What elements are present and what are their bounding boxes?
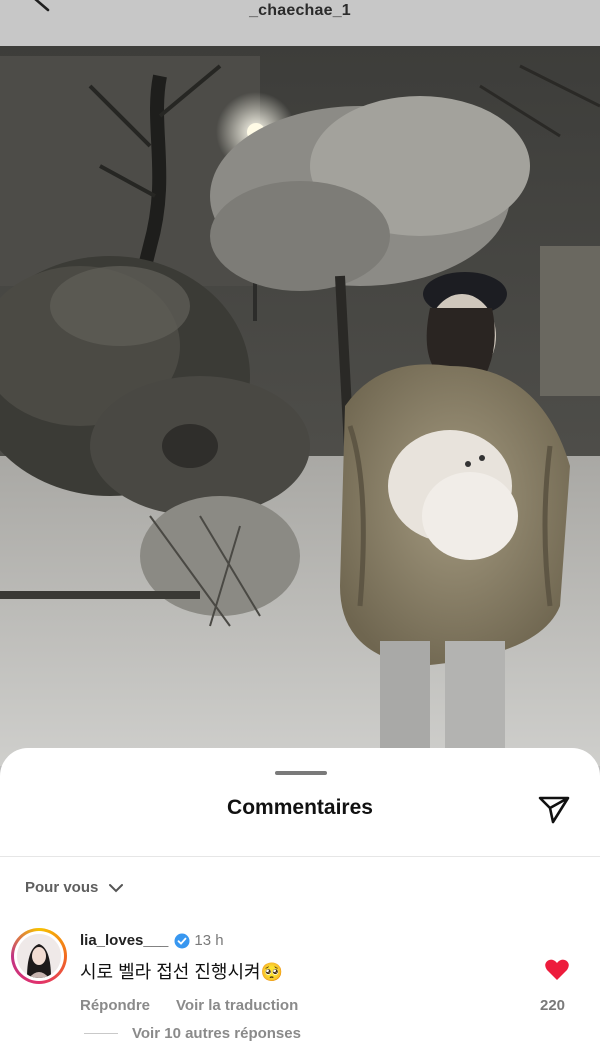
chevron-down-icon: [109, 883, 124, 892]
comment-time: 13 h: [194, 932, 224, 949]
comments-sheet: Commentaires Pour vous lia_loves___ 13 h…: [0, 748, 600, 1052]
replies-line: [84, 1033, 118, 1034]
translate-button[interactable]: Voir la traduction: [176, 997, 298, 1014]
verified-badge-icon: [174, 933, 190, 948]
avatar-ring-inner: [14, 931, 64, 981]
comment-username[interactable]: lia_loves___: [80, 932, 168, 949]
avatar-photo: [17, 934, 61, 978]
sheet-drag-handle[interactable]: [275, 771, 327, 775]
view-replies-label: Voir 10 autres réponses: [132, 1025, 301, 1042]
reply-button[interactable]: Répondre: [80, 997, 150, 1014]
like-count: 220: [540, 997, 566, 1014]
comments-title: Commentaires: [227, 796, 373, 819]
post-username[interactable]: _chaechae_1: [0, 2, 600, 20]
comment-text: 시로 벨라 접선 진행시켜🥺: [80, 962, 284, 982]
header-bar: _chaechae_1: [0, 0, 600, 46]
comment-actions: Répondre Voir la traduction: [80, 997, 298, 1014]
filter-label: Pour vous: [25, 879, 99, 896]
view-replies-button[interactable]: Voir 10 autres réponses: [84, 1025, 301, 1042]
sheet-divider: [0, 856, 600, 857]
comment-filter-dropdown[interactable]: Pour vous: [25, 879, 124, 896]
avatar[interactable]: [11, 928, 67, 984]
share-icon[interactable]: [536, 792, 572, 826]
heart-icon[interactable]: [544, 958, 570, 982]
post-photo: [0, 46, 600, 766]
comment-header: lia_loves___ 13 h: [80, 932, 224, 949]
